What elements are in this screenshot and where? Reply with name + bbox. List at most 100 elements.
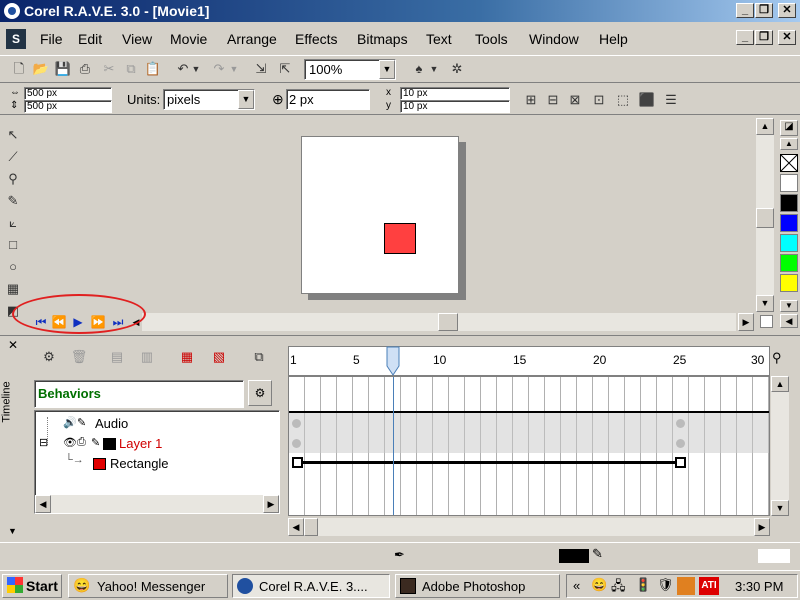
rectangle-tool-icon[interactable]: □ <box>2 234 24 256</box>
tree-hscrollbar[interactable]: ◀ ▶ <box>35 495 279 513</box>
swatch-green[interactable] <box>780 254 798 272</box>
zoom-tool-icon[interactable]: ⚲ <box>2 168 24 190</box>
timeline-vscrollbar[interactable]: ▲ ▼ <box>771 376 789 516</box>
new-object-icon[interactable]: ⚙ <box>38 346 60 368</box>
pick-tool-icon[interactable]: ↖ <box>2 124 24 146</box>
duplicate-x-field[interactable]: 10 px <box>400 87 510 100</box>
tray-app-icon[interactable] <box>677 577 695 595</box>
units-dropdown-button[interactable]: ▼ <box>238 90 254 109</box>
palette-menu-icon[interactable]: ◪ <box>780 120 798 136</box>
playhead-marker[interactable] <box>386 346 400 376</box>
zoom-dropdown-button[interactable]: ▼ <box>379 60 395 79</box>
app-launcher-icon[interactable]: ♠ <box>408 58 430 80</box>
swatch-blue[interactable] <box>780 214 798 232</box>
tl-scroll-down[interactable]: ▼ <box>771 500 789 516</box>
treat-as-filled-icon[interactable]: ⬚ <box>612 89 634 111</box>
zoom-ruler-icon[interactable]: ⚲ <box>772 350 782 366</box>
menu-help[interactable]: Help <box>599 31 628 47</box>
freehand-tool-icon[interactable]: ✎ <box>2 190 24 212</box>
menu-bitmaps[interactable]: Bitmaps <box>357 31 408 47</box>
hscroll-thumb[interactable] <box>438 313 458 331</box>
menu-effects[interactable]: Effects <box>295 31 338 47</box>
cut-icon[interactable]: ✂ <box>98 58 120 80</box>
select-tool-option-icon[interactable]: ⬛ <box>636 89 658 111</box>
menu-tools[interactable]: Tools <box>475 31 508 47</box>
scroll-down-button[interactable]: ▼ <box>756 295 774 312</box>
open-icon[interactable]: 📂 <box>30 58 52 80</box>
canvas-vscrollbar[interactable]: ▲ ▼ <box>756 118 774 312</box>
import-icon[interactable]: ⇲ <box>250 58 272 80</box>
page[interactable] <box>301 136 459 294</box>
audio-key-end[interactable] <box>676 419 685 428</box>
audio-key-start[interactable] <box>292 419 301 428</box>
minimize-button[interactable]: _ <box>736 3 754 18</box>
palette-expand[interactable]: ◀ <box>780 314 798 328</box>
tl-scroll-up[interactable]: ▲ <box>771 376 789 392</box>
menu-text[interactable]: Text <box>426 31 452 47</box>
insert-frame-icon[interactable]: ▤ <box>106 346 128 368</box>
menu-view[interactable]: View <box>122 31 152 47</box>
undo-dropdown-icon[interactable]: ▼ <box>190 58 202 80</box>
layer1-row[interactable]: ⊟ 👁 ⎙ ✎ Layer 1 <box>39 436 259 454</box>
table-tool-icon[interactable]: ▦ <box>2 278 24 300</box>
zoom-select[interactable]: 100% ▼ <box>304 59 396 80</box>
tray-ati-icon[interactable]: ATI <box>699 577 719 595</box>
doc-minimize-button[interactable]: _ <box>736 30 754 45</box>
hscroll-right-button[interactable]: ▶ <box>738 313 754 331</box>
layer1-key-start[interactable] <box>292 439 301 448</box>
layer1-track[interactable] <box>289 433 769 453</box>
tray-traffic-icon[interactable]: 🚦 <box>635 577 651 593</box>
nudge-field[interactable]: 2 px <box>286 89 370 110</box>
close-button[interactable]: ✕ <box>778 3 796 18</box>
canvas-hscrollbar[interactable] <box>142 313 736 331</box>
new-icon[interactable]: 🗋 <box>8 58 30 80</box>
timeline-close-icon[interactable]: ✕ <box>8 338 18 352</box>
start-button[interactable]: Start <box>2 574 62 598</box>
tree-scroll-right[interactable]: ▶ <box>263 495 279 513</box>
eye-icon[interactable]: 👁 <box>63 436 77 449</box>
tray-expand-icon[interactable]: « <box>573 578 580 593</box>
rectangle-key-start[interactable] <box>292 457 303 468</box>
menu-window[interactable]: Window <box>529 31 579 47</box>
dynamic-guide-icon[interactable]: ⊡ <box>588 89 610 111</box>
ellipse-tool-icon[interactable]: ○ <box>2 256 24 278</box>
layer-options-icon[interactable]: ⧉ <box>248 346 270 368</box>
paste-icon[interactable]: 📋 <box>142 58 164 80</box>
redo-dropdown-icon[interactable]: ▼ <box>228 58 240 80</box>
height-field[interactable]: 500 px <box>24 100 112 113</box>
rectangle-row[interactable]: └→ Rectangle <box>65 454 265 474</box>
guide-snap-icon[interactable]: ⊟ <box>542 89 564 111</box>
remove-keyframe-icon[interactable]: ▧ <box>208 346 230 368</box>
menu-file[interactable]: File <box>40 31 63 47</box>
save-icon[interactable]: 💾 <box>52 58 74 80</box>
task-corel[interactable]: Corel R.A.V.E. 3.... <box>232 574 390 598</box>
layer1-key-end[interactable] <box>676 439 685 448</box>
swatch-yellow[interactable] <box>780 274 798 292</box>
object-snap-icon[interactable]: ⊠ <box>564 89 586 111</box>
tray-network-icon[interactable]: 🖧 <box>611 577 626 599</box>
behaviors-select[interactable]: Behaviors <box>34 380 244 408</box>
frame-grid[interactable] <box>288 376 770 516</box>
doc-close-button[interactable]: ✕ <box>778 30 796 45</box>
tl-hscroll-thumb[interactable] <box>304 518 318 536</box>
interactive-tool-icon[interactable]: ⟀ <box>2 212 24 234</box>
copy-icon[interactable]: ⧉ <box>120 58 142 80</box>
frame-ruler[interactable]: 1 5 10 15 20 25 30 <box>288 346 770 376</box>
tl-scroll-left[interactable]: ◀ <box>288 518 304 536</box>
units-select[interactable]: pixels ▼ <box>163 89 255 110</box>
drawing-area[interactable] <box>28 118 756 300</box>
task-yahoo[interactable]: 😄 Yahoo! Messenger <box>68 574 228 598</box>
palette-scroll-down[interactable]: ▼ <box>780 300 798 312</box>
printer-icon[interactable]: ⎙ <box>77 436 86 449</box>
edit-icon[interactable]: ✎ <box>91 436 100 449</box>
swatch-black[interactable] <box>780 194 798 212</box>
tl-scroll-right[interactable]: ▶ <box>754 518 770 536</box>
launcher-dropdown-icon[interactable]: ▼ <box>428 58 440 80</box>
collapse-icon[interactable]: ⊟ <box>39 436 48 449</box>
grid-snap-icon[interactable]: ⊞ <box>520 89 542 111</box>
delete-frame-icon[interactable]: ▥ <box>136 346 158 368</box>
export-icon[interactable]: ⇱ <box>274 58 296 80</box>
behaviors-button[interactable]: ⚙ <box>248 380 272 406</box>
width-field[interactable]: 500 px <box>24 87 112 100</box>
menu-edit[interactable]: Edit <box>78 31 102 47</box>
